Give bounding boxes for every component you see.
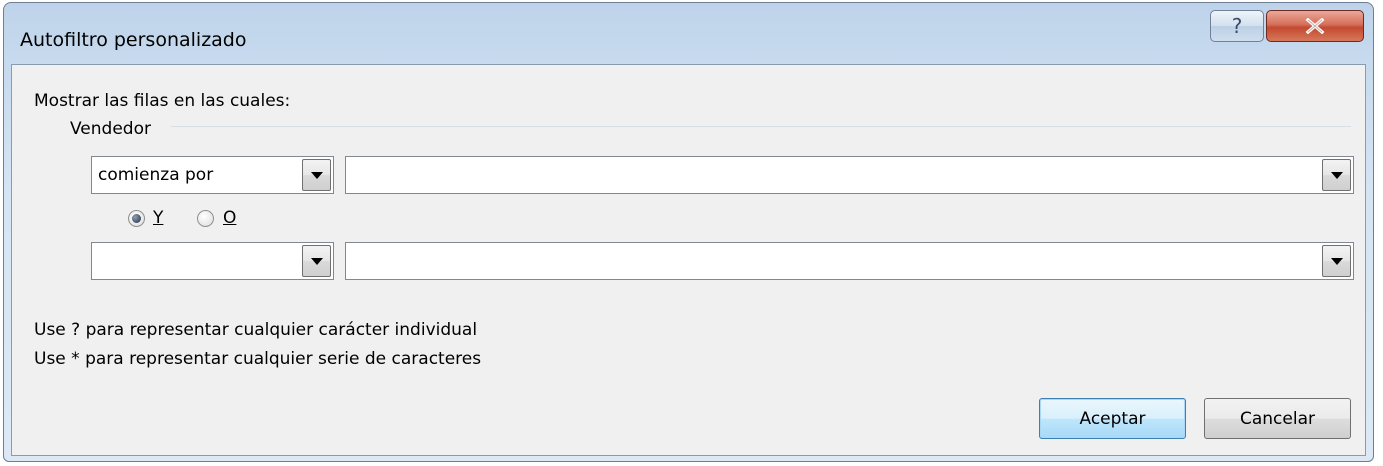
condition2-operator-select[interactable] [91,242,334,280]
help-icon: ? [1231,14,1243,38]
dialog-body: Mostrar las filas en las cuales: Vendedo… [11,64,1366,456]
and-radio-label[interactable]: Y [153,208,163,228]
or-radio-label[interactable]: O [223,208,236,228]
help-button[interactable]: ? [1210,10,1264,42]
dropdown-arrow-icon[interactable] [1322,245,1351,277]
dropdown-arrow-icon[interactable] [302,159,331,191]
group-separator [171,126,1351,127]
hint-any-chars: Use * para representar cualquier serie d… [34,349,482,369]
hint-single-char: Use ? para representar cualquier carácte… [34,320,478,340]
dialog-window: Autofiltro personalizado ? Mostrar las f… [3,2,1374,462]
radio-selected-dot [132,214,141,223]
close-icon [1305,18,1325,34]
or-radio[interactable] [197,210,214,227]
dropdown-arrow-icon[interactable] [1322,159,1351,191]
cancel-button[interactable]: Cancelar [1204,398,1351,439]
ok-button[interactable]: Aceptar [1039,398,1186,439]
condition1-value-combobox[interactable] [345,156,1354,194]
close-button[interactable] [1266,10,1364,42]
dropdown-arrow-icon[interactable] [302,245,331,277]
condition1-operator-value: comienza por [98,165,214,185]
window-title: Autofiltro personalizado [20,29,247,51]
condition2-value-combobox[interactable] [345,242,1354,280]
filter-prompt: Mostrar las filas en las cuales: [34,91,291,111]
title-bar[interactable]: Autofiltro personalizado ? [4,3,1373,63]
field-name-label: Vendedor [70,119,151,139]
condition1-operator-select[interactable]: comienza por [91,156,334,194]
and-radio[interactable] [128,210,145,227]
